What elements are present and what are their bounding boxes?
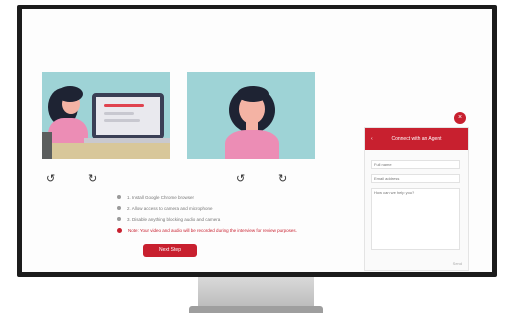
checklist-item-label: 1. Install Google Chrome browser — [127, 194, 195, 200]
close-icon[interactable]: × — [454, 112, 466, 124]
warning-icon — [117, 227, 122, 233]
send-button[interactable]: Send — [453, 261, 462, 266]
rotate-right-icon[interactable]: ↻ — [88, 173, 97, 185]
checklist-item-label: 3. Disable anything blocking audio and c… — [127, 216, 221, 222]
checklist-item: 2. Allow access to camera and microphone — [117, 203, 213, 213]
check-dot — [117, 217, 121, 221]
back-icon[interactable]: ‹ — [371, 136, 373, 142]
checklist-item: 1. Install Google Chrome browser — [117, 192, 194, 202]
chat-title: Connect with an Agent — [391, 136, 442, 142]
email-field[interactable] — [371, 174, 460, 183]
monitor-frame: ↺ ↻ ↺ ↻ 1. Install Google Chrome browser… — [17, 5, 497, 277]
check-dot — [117, 195, 121, 199]
monitor-base — [189, 306, 323, 313]
checklist-item: 3. Disable anything blocking audio and c… — [117, 214, 220, 224]
portrait-illustration — [187, 72, 315, 159]
rotate-left-icon[interactable]: ↺ — [236, 173, 245, 185]
checklist-warning: Note: Your video and audio will be recor… — [117, 225, 297, 235]
check-dot — [117, 206, 121, 210]
laptop-person-illustration — [42, 72, 170, 159]
chat-header: ‹ Connect with an Agent — [365, 128, 468, 150]
rotate-left-icon[interactable]: ↺ — [46, 173, 55, 185]
checklist-item-label: 2. Allow access to camera and microphone — [127, 205, 213, 211]
screen: ↺ ↻ ↺ ↻ 1. Install Google Chrome browser… — [22, 9, 492, 272]
chat-panel: ‹ Connect with an Agent Send — [364, 127, 469, 271]
next-step-button[interactable]: Next Step — [143, 244, 197, 257]
message-field[interactable] — [371, 188, 460, 250]
rotate-right-icon[interactable]: ↻ — [278, 173, 287, 185]
name-field[interactable] — [371, 160, 460, 169]
checklist-warning-label: Note: Your video and audio will be recor… — [128, 227, 297, 233]
